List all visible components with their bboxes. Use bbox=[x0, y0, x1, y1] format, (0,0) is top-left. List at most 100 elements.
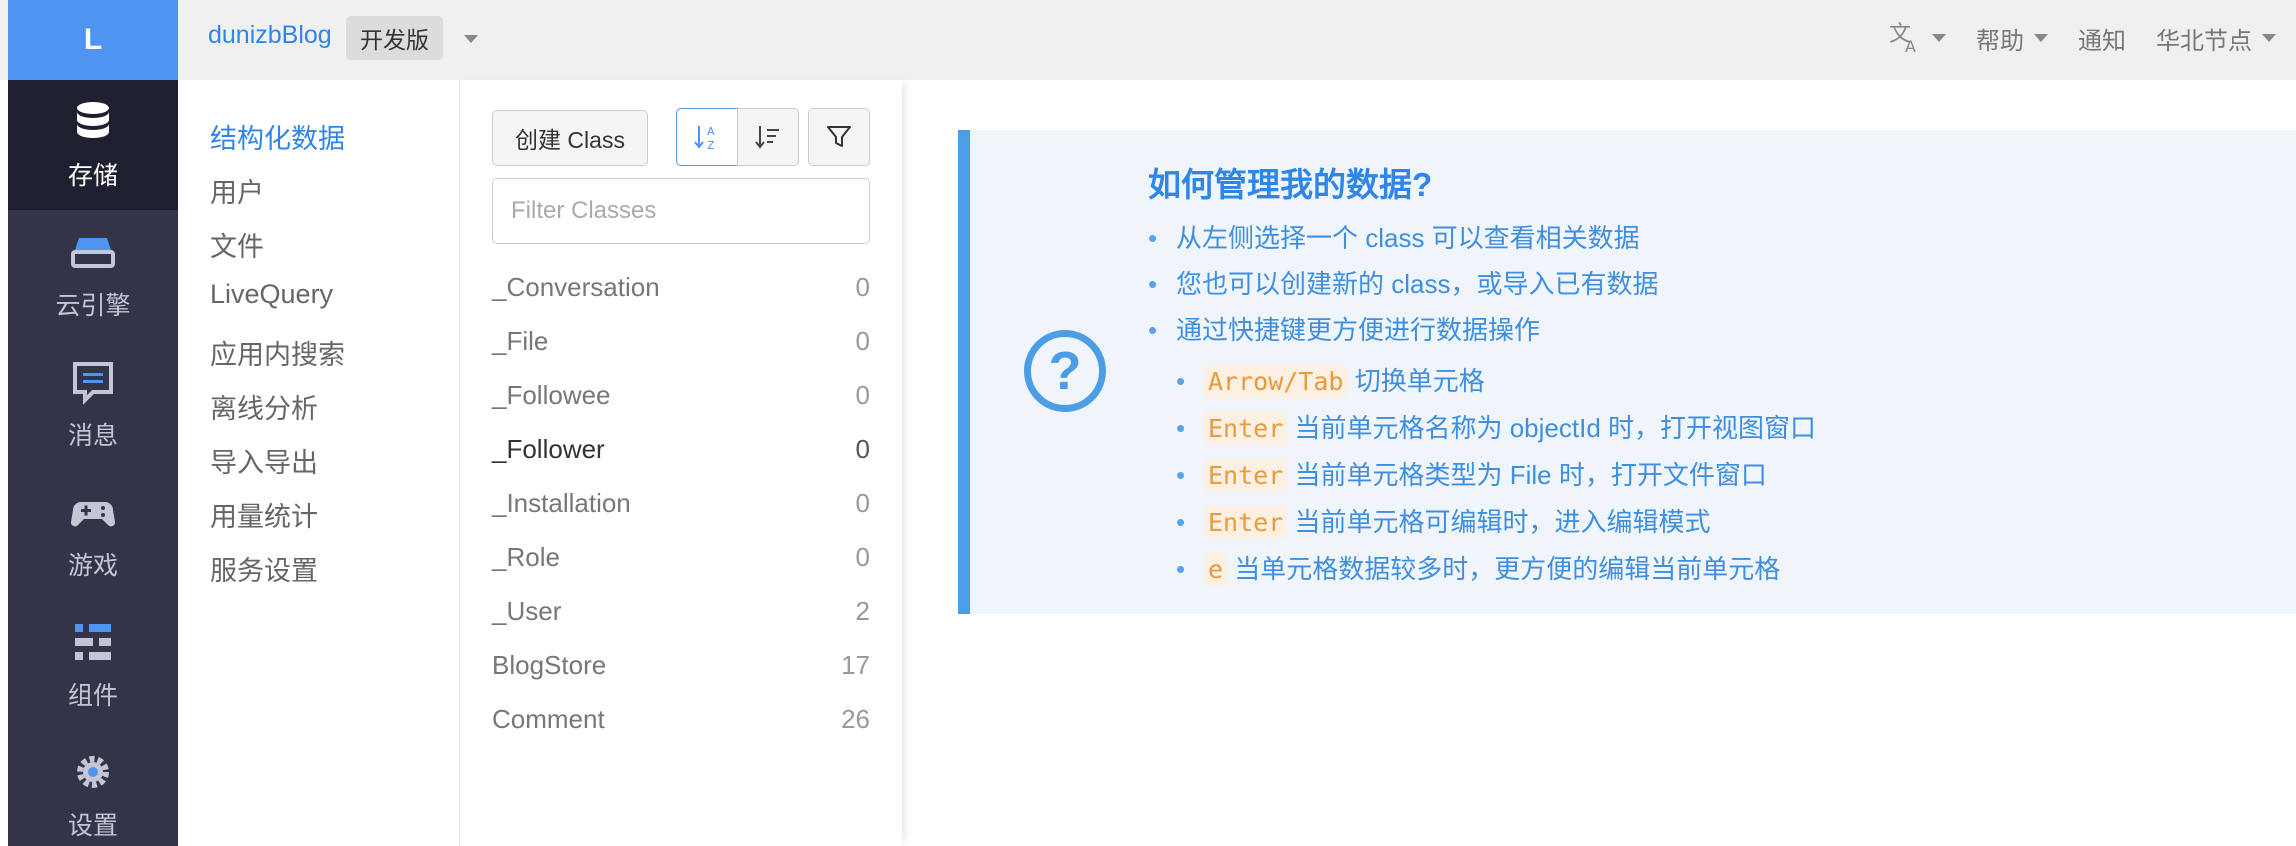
bullet-dot: • bbox=[1176, 460, 1186, 490]
app-logo[interactable]: L bbox=[8, 0, 178, 80]
class-list-panel: 创建 Class A Z _Conversation 0 _File 0 _Fo… bbox=[460, 80, 902, 846]
submenu-item-structured-data[interactable]: 结构化数据 bbox=[210, 117, 345, 156]
submenu-item-in-app-search[interactable]: 应用内搜索 bbox=[210, 333, 345, 372]
class-name: _File bbox=[492, 325, 549, 356]
sort-desc-icon bbox=[755, 126, 779, 149]
sort-count-button[interactable] bbox=[737, 108, 799, 166]
class-row[interactable]: Comment 26 bbox=[492, 699, 870, 739]
class-count: 26 bbox=[841, 703, 870, 734]
shortcut-desc: 当前单元格名称为 objectId 时，打开视图窗口 bbox=[1294, 413, 1817, 443]
shortcut-key: Arrow/Tab bbox=[1204, 365, 1348, 398]
class-name: Comment bbox=[492, 703, 605, 734]
nav-item-label: 消息 bbox=[67, 422, 118, 450]
top-bar: L dunizbBlog 开发版 文 A 帮助 通知 华北节点 bbox=[0, 0, 2296, 80]
filter-classes-input[interactable] bbox=[492, 178, 870, 244]
question-circle-icon: ? bbox=[1024, 330, 1106, 412]
class-row[interactable]: BlogStore 17 bbox=[492, 645, 870, 685]
chevron-down-icon bbox=[1932, 34, 1946, 42]
filter-icon bbox=[827, 126, 851, 147]
bullet-dot: • bbox=[1176, 413, 1186, 443]
submenu-item-offline-analysis[interactable]: 离线分析 bbox=[210, 387, 318, 426]
chevron-down-icon bbox=[2262, 34, 2276, 42]
svg-text:A: A bbox=[707, 125, 715, 138]
submenu-item-files[interactable]: 文件 bbox=[210, 225, 264, 264]
help-bullet: • 通过快捷键更方便进行数据操作 bbox=[1148, 310, 1540, 347]
class-count: 2 bbox=[855, 595, 870, 626]
components-icon bbox=[75, 624, 111, 660]
class-count: 0 bbox=[855, 379, 870, 410]
class-count: 0 bbox=[855, 541, 870, 572]
class-row[interactable]: _Followee 0 bbox=[492, 375, 870, 415]
message-icon bbox=[73, 362, 113, 405]
submenu-item-usage-stats[interactable]: 用量统计 bbox=[210, 495, 318, 534]
help-bullet: • 从左侧选择一个 class 可以查看相关数据 bbox=[1148, 218, 1640, 255]
class-row[interactable]: _Conversation 0 bbox=[492, 267, 870, 307]
shortcut-key: Enter bbox=[1204, 412, 1288, 445]
storage-submenu: 结构化数据 用户 文件 LiveQuery 应用内搜索 离线分析 导入导出 用量… bbox=[178, 80, 460, 846]
class-name: _Follower bbox=[492, 433, 605, 464]
class-name: _Followee bbox=[492, 379, 611, 410]
class-count: 0 bbox=[855, 433, 870, 464]
shortcut-key: e bbox=[1204, 553, 1228, 586]
cloud-engine-icon bbox=[71, 238, 115, 268]
help-bullet-text: 您也可以创建新的 class，或导入已有数据 bbox=[1176, 269, 1659, 299]
class-name: BlogStore bbox=[492, 649, 607, 680]
class-row[interactable]: _Role 0 bbox=[492, 537, 870, 577]
chevron-down-icon bbox=[2034, 34, 2048, 42]
help-menu-label: 帮助 bbox=[1976, 27, 2024, 55]
filter-button[interactable] bbox=[808, 108, 870, 166]
nav-item-label: 组件 bbox=[67, 682, 118, 710]
region-menu[interactable]: 华北节点 bbox=[2156, 21, 2276, 56]
nav-item-cloud-engine[interactable]: 云引擎 bbox=[8, 210, 178, 340]
bullet-dot: • bbox=[1148, 315, 1158, 345]
region-label: 华北节点 bbox=[2156, 27, 2252, 55]
class-name: _User bbox=[492, 595, 562, 626]
create-class-button[interactable]: 创建 Class bbox=[492, 110, 648, 166]
shortcut-desc: 当单元格数据较多时，更方便的编辑当前单元格 bbox=[1234, 554, 1781, 584]
language-menu[interactable]: 文 A bbox=[1888, 21, 1946, 55]
svg-text:A: A bbox=[1905, 37, 1916, 55]
translate-icon: 文 A bbox=[1889, 22, 1916, 55]
svg-text:Z: Z bbox=[707, 139, 715, 152]
class-row[interactable]: _Follower 0 bbox=[492, 429, 870, 469]
nav-item-storage[interactable]: 存储 bbox=[8, 80, 178, 210]
notifications-link[interactable]: 通知 bbox=[2078, 21, 2126, 56]
gamepad-icon bbox=[70, 502, 116, 527]
nav-item-messages[interactable]: 消息 bbox=[8, 340, 178, 470]
submenu-item-service-settings[interactable]: 服务设置 bbox=[210, 549, 318, 588]
shortcut-item: • Enter 当前单元格名称为 objectId 时，打开视图窗口 bbox=[1176, 408, 1816, 445]
left-nav: 存储 云引擎 消息 游戏 组件 设置 bbox=[8, 80, 178, 846]
submenu-item-livequery[interactable]: LiveQuery bbox=[210, 279, 333, 310]
nav-item-settings[interactable]: 设置 bbox=[8, 730, 178, 846]
database-icon bbox=[77, 102, 109, 138]
bullet-dot: • bbox=[1148, 223, 1158, 253]
app-switch-chevron-down-icon[interactable] bbox=[464, 35, 478, 43]
class-row[interactable]: _File 0 bbox=[492, 321, 870, 361]
top-right-menu: 文 A 帮助 通知 华北节点 bbox=[1888, 18, 2276, 58]
submenu-item-import-export[interactable]: 导入导出 bbox=[210, 441, 318, 480]
shortcut-key: Enter bbox=[1204, 506, 1288, 539]
nav-item-components[interactable]: 组件 bbox=[8, 600, 178, 730]
nav-item-games[interactable]: 游戏 bbox=[8, 470, 178, 600]
help-title: 如何管理我的数据? bbox=[1148, 166, 1433, 203]
help-menu[interactable]: 帮助 bbox=[1976, 21, 2048, 56]
notifications-label: 通知 bbox=[2078, 27, 2126, 55]
shortcut-desc: 当前单元格可编辑时，进入编辑模式 bbox=[1294, 507, 1711, 537]
submenu-item-users[interactable]: 用户 bbox=[210, 171, 264, 210]
class-count: 0 bbox=[855, 271, 870, 302]
app-name-link[interactable]: dunizbBlog bbox=[208, 21, 332, 50]
class-name: _Conversation bbox=[492, 271, 660, 302]
gear-icon bbox=[77, 756, 109, 788]
class-name: _Role bbox=[492, 541, 560, 572]
shortcut-desc: 切换单元格 bbox=[1354, 366, 1485, 396]
class-count: 0 bbox=[855, 325, 870, 356]
bullet-dot: • bbox=[1176, 366, 1186, 396]
nav-item-label: 存储 bbox=[67, 162, 118, 190]
help-bullet-text: 从左侧选择一个 class 可以查看相关数据 bbox=[1176, 223, 1640, 253]
shortcut-item: • Enter 当前单元格类型为 File 时，打开文件窗口 bbox=[1176, 455, 1767, 492]
class-row[interactable]: _Installation 0 bbox=[492, 483, 870, 523]
class-count: 0 bbox=[855, 487, 870, 518]
shortcut-key: Enter bbox=[1204, 459, 1288, 492]
sort-alphabetical-button[interactable]: A Z bbox=[676, 108, 738, 166]
class-row[interactable]: _User 2 bbox=[492, 591, 870, 631]
